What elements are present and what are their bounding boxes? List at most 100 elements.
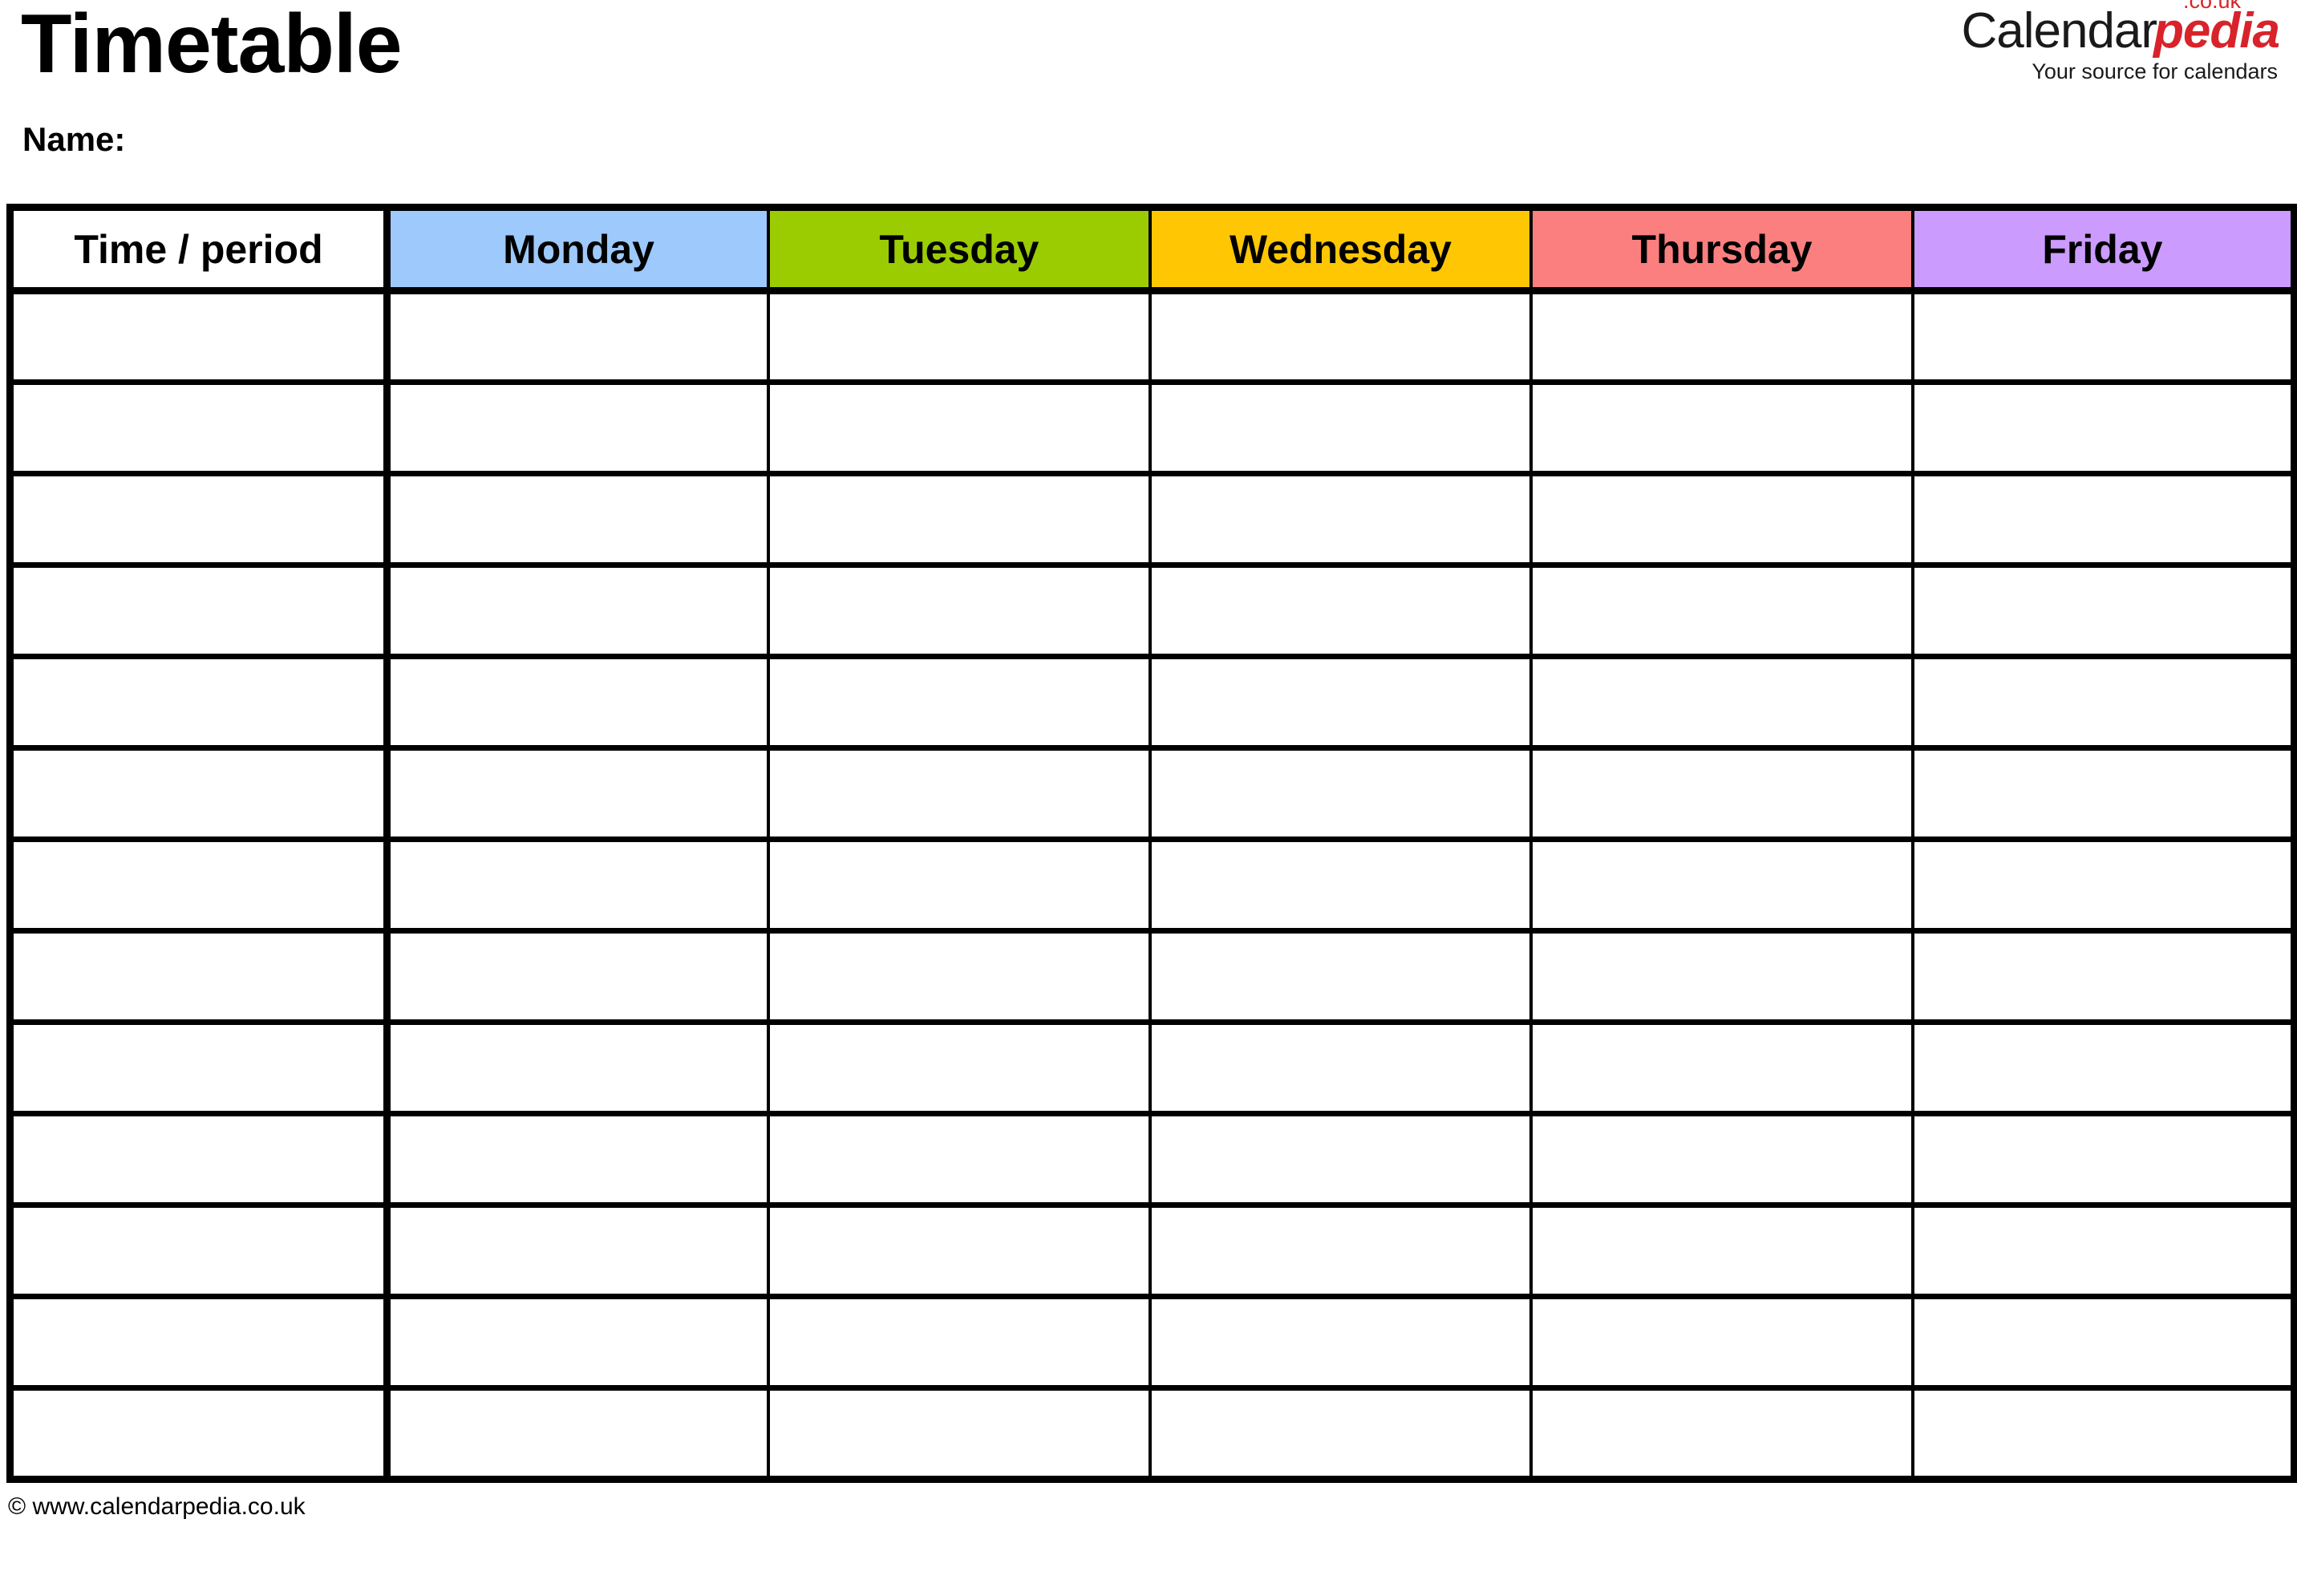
cell-tue[interactable] <box>767 836 1152 934</box>
cell-mon[interactable] <box>385 379 771 476</box>
timetable-body <box>6 290 2297 1483</box>
cell-fri[interactable] <box>1910 1019 2297 1116</box>
cell-thu[interactable] <box>1529 562 1914 659</box>
table-row <box>6 745 2297 842</box>
calendarpedia-logo[interactable]: Calendarpedia .co.uk Your source for cal… <box>1874 0 2283 85</box>
table-row <box>6 928 2297 1025</box>
cell-thu[interactable] <box>1529 1111 1914 1208</box>
cell-wed[interactable] <box>1148 745 1533 842</box>
cell-fri[interactable] <box>1910 928 2297 1025</box>
timetable-header-row: Time / period Monday Tuesday Wednesday T… <box>6 204 2297 294</box>
table-row <box>6 562 2297 659</box>
timetable-page: Timetable Name: Calendarpedia .co.uk You… <box>0 0 2297 1596</box>
cell-fri[interactable] <box>1910 562 2297 659</box>
table-row <box>6 1019 2297 1116</box>
cell-thu[interactable] <box>1529 290 1914 385</box>
cell-mon[interactable] <box>385 471 771 568</box>
cell-time[interactable] <box>6 745 391 842</box>
table-row <box>6 654 2297 751</box>
cell-wed[interactable] <box>1148 1202 1533 1299</box>
cell-fri[interactable] <box>1910 654 2297 751</box>
logo-wordmark: Calendarpedia .co.uk <box>1874 0 2283 59</box>
cell-time[interactable] <box>6 1202 391 1299</box>
cell-time[interactable] <box>6 290 391 385</box>
cell-mon[interactable] <box>385 1111 771 1208</box>
cell-thu[interactable] <box>1529 836 1914 934</box>
table-row <box>6 379 2297 476</box>
cell-wed[interactable] <box>1148 836 1533 934</box>
cell-mon[interactable] <box>385 562 771 659</box>
page-header: Timetable Name: Calendarpedia .co.uk You… <box>0 0 2297 201</box>
cell-mon[interactable] <box>385 928 771 1025</box>
cell-tue[interactable] <box>767 745 1152 842</box>
column-header-time-period: Time / period <box>6 204 391 294</box>
cell-fri[interactable] <box>1910 836 2297 934</box>
cell-thu[interactable] <box>1529 1019 1914 1116</box>
cell-fri[interactable] <box>1910 745 2297 842</box>
table-row <box>6 290 2297 385</box>
cell-tue[interactable] <box>767 1111 1152 1208</box>
cell-thu[interactable] <box>1529 745 1914 842</box>
cell-time[interactable] <box>6 1385 391 1483</box>
cell-time[interactable] <box>6 836 391 934</box>
cell-tue[interactable] <box>767 379 1152 476</box>
cell-wed[interactable] <box>1148 290 1533 385</box>
cell-tue[interactable] <box>767 1019 1152 1116</box>
cell-time[interactable] <box>6 928 391 1025</box>
cell-mon[interactable] <box>385 745 771 842</box>
cell-wed[interactable] <box>1148 928 1533 1025</box>
cell-mon[interactable] <box>385 290 771 385</box>
cell-fri[interactable] <box>1910 379 2297 476</box>
cell-thu[interactable] <box>1529 928 1914 1025</box>
cell-thu[interactable] <box>1529 379 1914 476</box>
page-title: Timetable <box>21 0 403 91</box>
table-row <box>6 1202 2297 1299</box>
cell-mon[interactable] <box>385 836 771 934</box>
table-row <box>6 836 2297 934</box>
cell-fri[interactable] <box>1910 1385 2297 1483</box>
cell-wed[interactable] <box>1148 471 1533 568</box>
cell-tue[interactable] <box>767 290 1152 385</box>
cell-tue[interactable] <box>767 928 1152 1025</box>
cell-mon[interactable] <box>385 1385 771 1483</box>
cell-mon[interactable] <box>385 1202 771 1299</box>
cell-wed[interactable] <box>1148 562 1533 659</box>
cell-fri[interactable] <box>1910 1111 2297 1208</box>
logo-brand-primary: Calendar <box>1961 3 2157 59</box>
cell-wed[interactable] <box>1148 1294 1533 1391</box>
cell-mon[interactable] <box>385 1019 771 1116</box>
cell-fri[interactable] <box>1910 290 2297 385</box>
cell-wed[interactable] <box>1148 654 1533 751</box>
column-header-wednesday: Wednesday <box>1148 204 1533 294</box>
cell-wed[interactable] <box>1148 1019 1533 1116</box>
cell-wed[interactable] <box>1148 1385 1533 1483</box>
cell-fri[interactable] <box>1910 471 2297 568</box>
table-row <box>6 471 2297 568</box>
cell-tue[interactable] <box>767 471 1152 568</box>
cell-tue[interactable] <box>767 654 1152 751</box>
cell-tue[interactable] <box>767 1385 1152 1483</box>
cell-thu[interactable] <box>1529 1294 1914 1391</box>
cell-mon[interactable] <box>385 1294 771 1391</box>
cell-fri[interactable] <box>1910 1202 2297 1299</box>
cell-time[interactable] <box>6 1111 391 1208</box>
cell-time[interactable] <box>6 1294 391 1391</box>
cell-thu[interactable] <box>1529 1202 1914 1299</box>
cell-time[interactable] <box>6 471 391 568</box>
cell-thu[interactable] <box>1529 471 1914 568</box>
cell-tue[interactable] <box>767 562 1152 659</box>
cell-tue[interactable] <box>767 1294 1152 1391</box>
table-row <box>6 1385 2297 1483</box>
cell-mon[interactable] <box>385 654 771 751</box>
cell-time[interactable] <box>6 1019 391 1116</box>
cell-time[interactable] <box>6 379 391 476</box>
cell-wed[interactable] <box>1148 379 1533 476</box>
cell-time[interactable] <box>6 562 391 659</box>
cell-fri[interactable] <box>1910 1294 2297 1391</box>
cell-wed[interactable] <box>1148 1111 1533 1208</box>
cell-thu[interactable] <box>1529 654 1914 751</box>
table-row <box>6 1294 2297 1391</box>
cell-time[interactable] <box>6 654 391 751</box>
cell-tue[interactable] <box>767 1202 1152 1299</box>
cell-thu[interactable] <box>1529 1385 1914 1483</box>
